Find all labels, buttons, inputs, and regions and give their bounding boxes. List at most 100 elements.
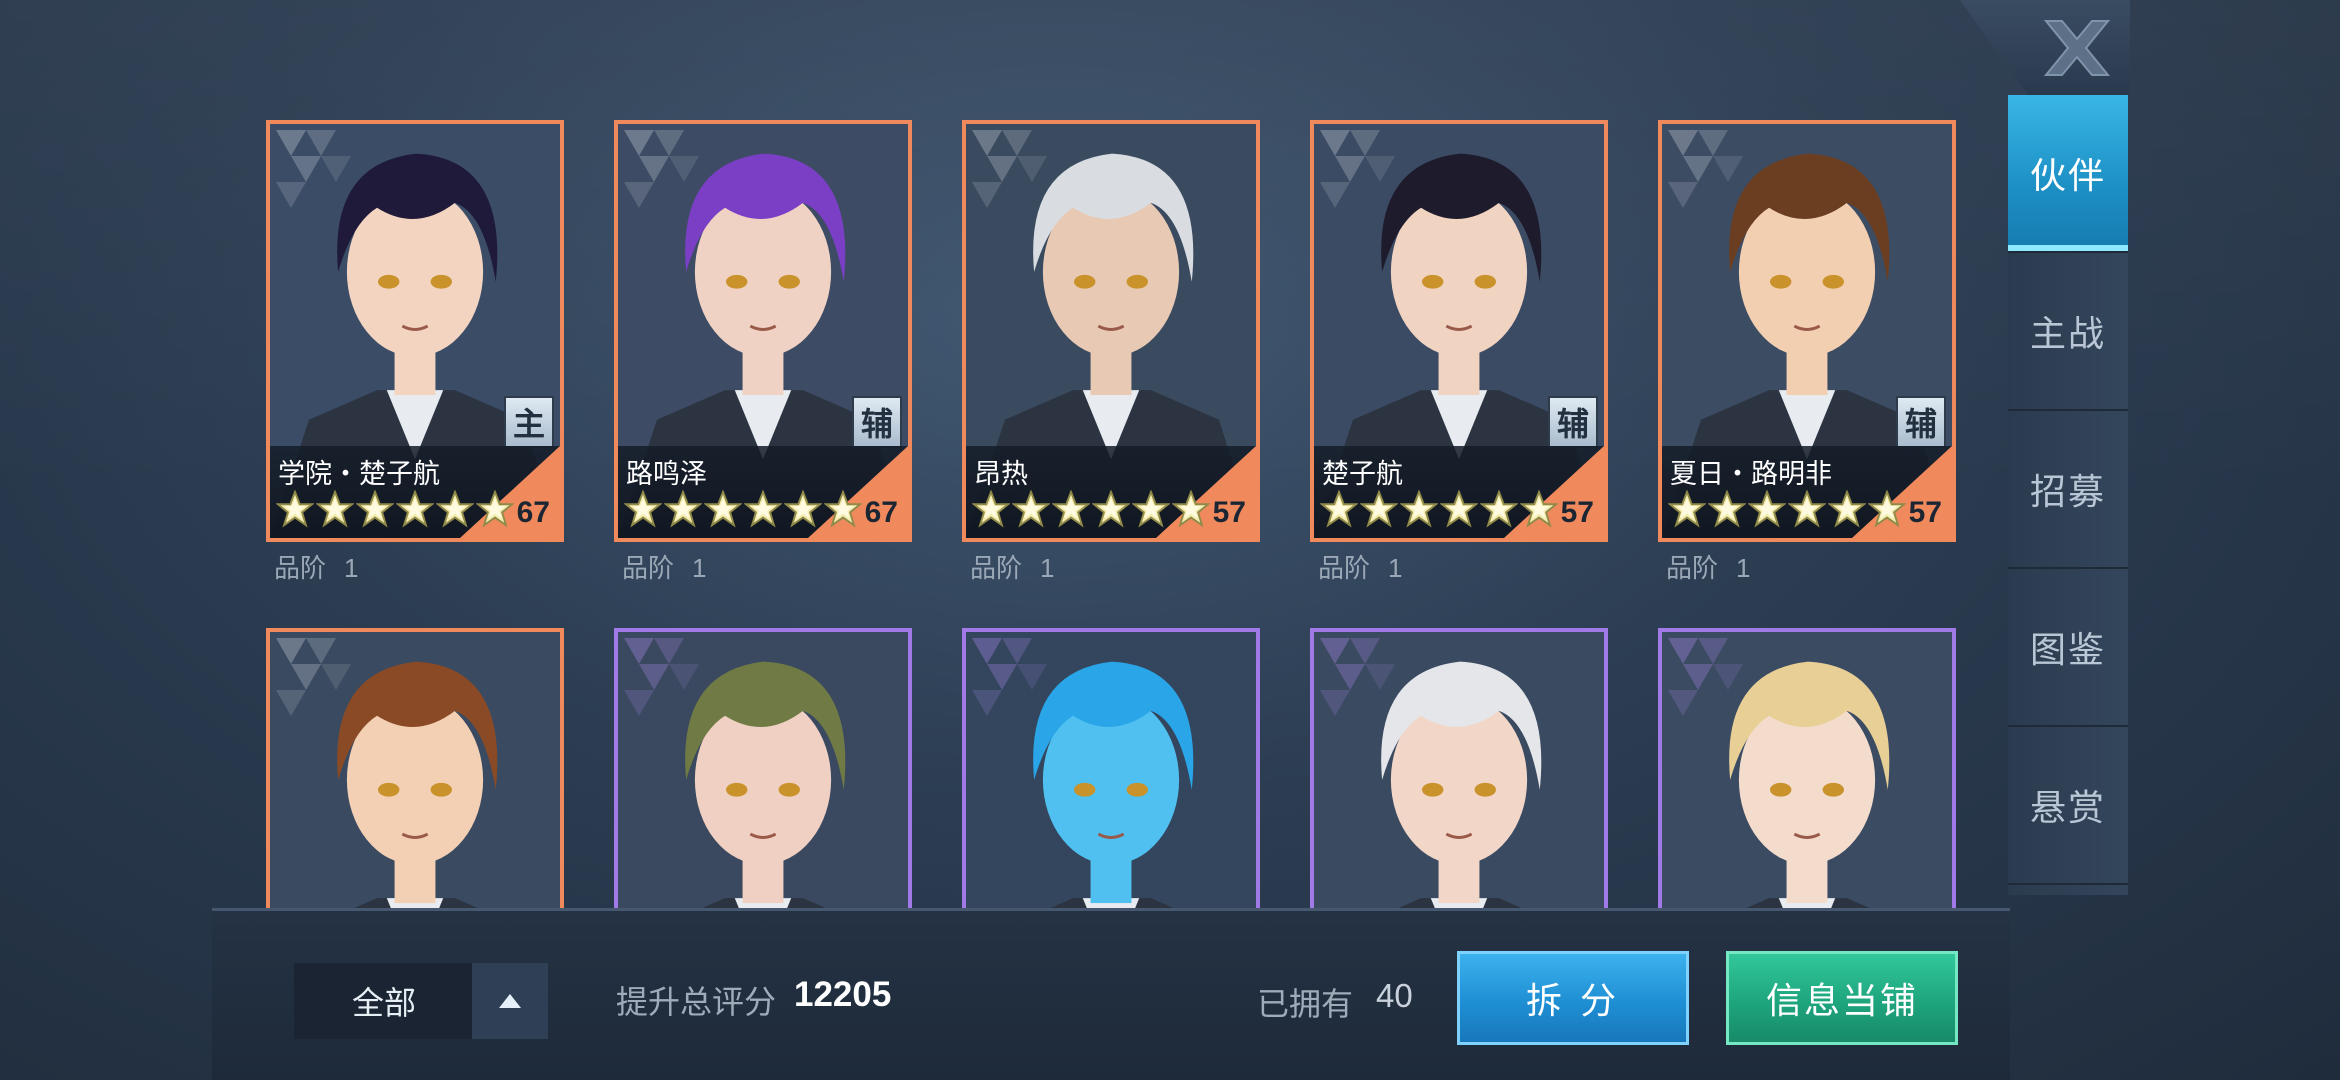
- partner-card[interactable]: [614, 628, 912, 910]
- role-badge: 辅: [1896, 396, 1946, 448]
- card-info-bar: 夏日・路明非 57: [1662, 446, 1952, 538]
- tab-label: 图鉴: [2029, 629, 2106, 670]
- star-icon: [1708, 490, 1746, 528]
- grade-value: 1: [692, 553, 707, 583]
- owned-count: 40: [1376, 977, 1413, 1014]
- partner-card-grid: 主学院・楚子航 67 品阶 1 辅路鸣泽 67 品阶 1 昂热 57 品阶 1 辅楚子航 57 品阶 1 辅夏日…: [266, 120, 1966, 910]
- star-icon: [1828, 490, 1866, 528]
- triangle-pattern-decoration: [624, 130, 699, 208]
- star-icon: [1400, 490, 1438, 528]
- partner-level: 67: [516, 496, 550, 529]
- tab-2[interactable]: 招募: [2008, 411, 2128, 569]
- close-button[interactable]: [2032, 8, 2122, 88]
- grade-value: 1: [1736, 553, 1751, 583]
- caret-up-icon: [499, 994, 521, 1008]
- grade-value: 1: [1388, 553, 1403, 583]
- partner-card[interactable]: 辅楚子航 57 品阶 1: [1310, 120, 1608, 583]
- grade-label: 品阶: [274, 553, 327, 583]
- tab-label: 主战: [2029, 313, 2106, 354]
- card-info-bar: 楚子航 57: [1314, 446, 1604, 538]
- star-icon: [476, 490, 514, 528]
- star-icon: [1320, 490, 1358, 528]
- partner-screen: 伙伴 主战 招募 图鉴 悬赏 主学院・楚子航 67 品阶 1 辅路鸣泽 67 品阶 1 昂热 57 品阶 1 辅…: [0, 0, 2340, 1080]
- role-badge: 辅: [1548, 396, 1598, 448]
- partner-name: 昂热: [974, 459, 1028, 489]
- tab-3[interactable]: 图鉴: [2008, 569, 2128, 727]
- partner-grade: 品阶 1: [1666, 548, 1750, 585]
- grade-label: 品阶: [1318, 553, 1371, 583]
- role-badge: 辅: [852, 396, 902, 448]
- filter-toggle-button[interactable]: [472, 963, 548, 1039]
- star-icon: [1748, 490, 1786, 528]
- partner-card[interactable]: [266, 628, 564, 910]
- partner-grade: 品阶 1: [622, 548, 706, 585]
- star-icon: [1172, 490, 1210, 528]
- score-label: 提升总评分: [616, 984, 777, 1020]
- card-frame: 主学院・楚子航 67: [266, 120, 564, 542]
- card-frame: [1310, 628, 1608, 910]
- grade-label: 品阶: [1666, 553, 1719, 583]
- star-icon: [744, 490, 782, 528]
- star-icon: [704, 490, 742, 528]
- star-icon: [1092, 490, 1130, 528]
- card-info-bar: 路鸣泽 67: [618, 446, 908, 538]
- star-icon: [1868, 490, 1906, 528]
- partner-card[interactable]: [1310, 628, 1608, 910]
- partner-grade: 品阶 1: [1318, 548, 1402, 585]
- tab-label: 招募: [2029, 471, 2106, 512]
- partner-card[interactable]: [962, 628, 1260, 910]
- partner-grade: 品阶 1: [274, 548, 358, 585]
- partner-name: 学院・楚子航: [278, 459, 440, 489]
- card-frame: 辅夏日・路明非 57: [1658, 120, 1956, 542]
- partner-name: 路鸣泽: [626, 459, 707, 489]
- triangle-pattern-decoration: [1668, 638, 1743, 716]
- partner-grade: 品阶 1: [970, 548, 1054, 585]
- star-rating: [624, 490, 862, 528]
- star-icon: [276, 490, 314, 528]
- card-frame: [962, 628, 1260, 910]
- star-icon: [1520, 490, 1558, 528]
- star-rating: [1320, 490, 1558, 528]
- star-rating: [276, 490, 514, 528]
- card-frame: 辅楚子航 57: [1310, 120, 1608, 542]
- partner-level: 57: [1560, 496, 1594, 529]
- triangle-pattern-decoration: [276, 638, 351, 716]
- split-button[interactable]: 拆 分: [1457, 951, 1689, 1045]
- card-frame: 辅路鸣泽 67: [614, 120, 912, 542]
- star-icon: [1788, 490, 1826, 528]
- star-icon: [1480, 490, 1518, 528]
- star-icon: [784, 490, 822, 528]
- triangle-pattern-decoration: [1320, 638, 1395, 716]
- triangle-pattern-decoration: [624, 638, 699, 716]
- grade-value: 1: [1040, 553, 1055, 583]
- filter-dropdown[interactable]: 全部: [294, 963, 474, 1039]
- partner-card[interactable]: 主学院・楚子航 67 品阶 1: [266, 120, 564, 583]
- partner-card[interactable]: 昂热 57 品阶 1: [962, 120, 1260, 583]
- star-rating: [972, 490, 1210, 528]
- star-icon: [1012, 490, 1050, 528]
- card-frame: [266, 628, 564, 910]
- partner-level: 57: [1908, 496, 1942, 529]
- filter-label: 全部: [351, 985, 416, 1021]
- star-icon: [1360, 490, 1398, 528]
- star-icon: [356, 490, 394, 528]
- partner-name: 楚子航: [1322, 459, 1403, 489]
- info-pawnshop-button[interactable]: 信息当铺: [1726, 951, 1958, 1045]
- side-tab-bar: 伙伴主战招募图鉴悬赏: [2008, 95, 2128, 895]
- star-rating: [1668, 490, 1906, 528]
- tab-4[interactable]: 悬赏: [2008, 727, 2128, 885]
- star-icon: [624, 490, 662, 528]
- partner-card[interactable]: [1658, 628, 1956, 910]
- triangle-pattern-decoration: [276, 130, 351, 208]
- partner-card[interactable]: 辅路鸣泽 67 品阶 1: [614, 120, 912, 583]
- star-icon: [664, 490, 702, 528]
- tab-0[interactable]: 伙伴: [2008, 95, 2128, 253]
- score-value: 12205: [794, 975, 892, 1014]
- tab-1[interactable]: 主战: [2008, 253, 2128, 411]
- card-frame: 昂热 57: [962, 120, 1260, 542]
- owned-label: 已拥有: [1257, 986, 1354, 1022]
- partner-card[interactable]: 辅夏日・路明非 57 品阶 1: [1658, 120, 1956, 583]
- grade-label: 品阶: [622, 553, 675, 583]
- star-icon: [436, 490, 474, 528]
- partner-level: 57: [1212, 496, 1246, 529]
